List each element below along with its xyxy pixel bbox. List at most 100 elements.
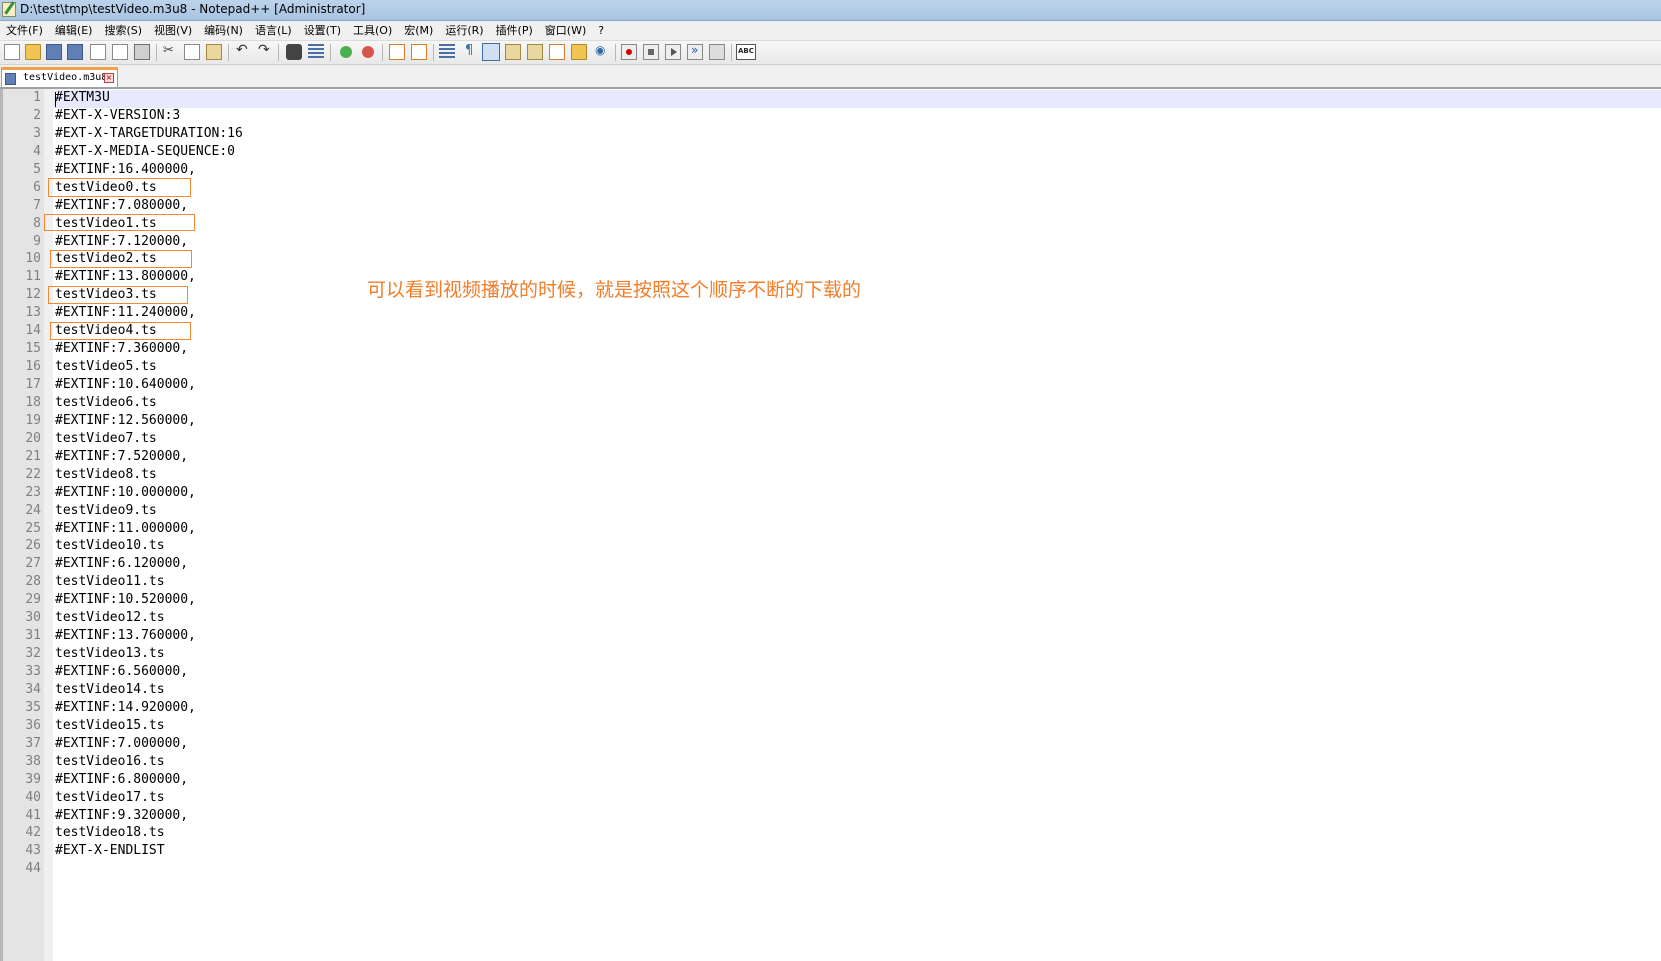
menu-tools[interactable]: 工具(O) xyxy=(347,21,398,40)
save-all-icon[interactable] xyxy=(67,44,83,60)
code-line[interactable]: #EXTINF:7.520000, xyxy=(55,448,1661,466)
paste-icon[interactable] xyxy=(206,44,222,60)
tab-testvideo-m3u8[interactable]: testVideo.m3u8 × xyxy=(1,67,118,87)
undo-icon[interactable] xyxy=(234,42,250,60)
line-number: 30 xyxy=(25,610,41,626)
line-number: 37 xyxy=(25,735,41,751)
code-text[interactable]: #EXTM3U #EXT-X-VERSION:3 #EXT-X-TARGETDURA… xyxy=(55,89,1661,878)
code-line[interactable]: #EXTINF:16.400000, xyxy=(55,161,1661,179)
code-line[interactable]: #EXTINF:13.760000, xyxy=(55,627,1661,645)
menu-macro[interactable]: 宏(M) xyxy=(398,21,439,40)
menu-run[interactable]: 运行(R) xyxy=(439,21,489,40)
code-line[interactable]: #EXTINF:11.000000, xyxy=(55,520,1661,538)
menu-settings[interactable]: 设置(T) xyxy=(298,21,347,40)
code-line[interactable]: testVideo5.ts xyxy=(55,358,1661,376)
print-icon[interactable] xyxy=(134,44,150,60)
function-list-icon[interactable] xyxy=(549,44,565,60)
save-macro-icon[interactable] xyxy=(709,44,725,60)
code-line[interactable]: #EXTINF:10.520000, xyxy=(55,591,1661,609)
close-all-icon[interactable] xyxy=(112,44,128,60)
code-line[interactable] xyxy=(55,860,1661,878)
toolbar-separator xyxy=(382,44,383,61)
zoom-out-icon[interactable] xyxy=(362,46,374,58)
spell-check-icon[interactable] xyxy=(736,44,756,60)
code-line[interactable]: #EXTINF:14.920000, xyxy=(55,699,1661,717)
record-macro-icon[interactable] xyxy=(621,44,637,60)
monitoring-icon[interactable] xyxy=(593,43,609,60)
user-language-icon[interactable] xyxy=(505,44,521,60)
code-line[interactable]: #EXTINF:12.560000, xyxy=(55,412,1661,430)
code-line[interactable]: testVideo17.ts xyxy=(55,789,1661,807)
menu-edit[interactable]: 编辑(E) xyxy=(49,21,99,40)
code-line[interactable]: testVideo0.ts xyxy=(55,179,1661,197)
doc-map-icon[interactable] xyxy=(527,44,543,60)
code-line[interactable]: #EXT-X-TARGETDURATION:16 xyxy=(55,125,1661,143)
replace-icon[interactable] xyxy=(308,44,324,60)
copy-icon[interactable] xyxy=(184,44,200,60)
new-file-icon[interactable] xyxy=(4,44,20,60)
save-icon[interactable] xyxy=(46,44,62,60)
code-line[interactable]: testVideo7.ts xyxy=(55,430,1661,448)
code-line[interactable]: testVideo2.ts xyxy=(55,250,1661,268)
stop-recording-icon[interactable] xyxy=(643,44,659,60)
code-line[interactable]: #EXTINF:7.080000, xyxy=(55,197,1661,215)
menu-search[interactable]: 搜索(S) xyxy=(98,21,148,40)
code-line[interactable]: #EXTINF:6.560000, xyxy=(55,663,1661,681)
line-number: 33 xyxy=(25,664,41,679)
editor-area[interactable]: 1 2 3 4 5 6 7 8 9 10 11 12 13 14 15 16 17 18 19 20 21 22 23 24 2… xyxy=(0,88,1661,961)
code-line[interactable]: #EXTINF:6.120000, xyxy=(55,555,1661,573)
code-line[interactable]: testVideo8.ts xyxy=(55,466,1661,484)
sync-vertical-icon[interactable] xyxy=(389,44,405,60)
run-macro-multiple-icon[interactable] xyxy=(687,43,703,60)
open-file-icon[interactable] xyxy=(25,44,41,60)
code-line[interactable]: #EXTINF:10.640000, xyxy=(55,376,1661,394)
code-line[interactable]: #EXTINF:9.320000, xyxy=(55,807,1661,825)
menu-encoding[interactable]: 编码(N) xyxy=(198,21,249,40)
menu-file[interactable]: 文件(F) xyxy=(0,21,49,40)
code-line[interactable]: testVideo6.ts xyxy=(55,394,1661,412)
code-line[interactable]: #EXTM3U xyxy=(55,89,1661,107)
code-line[interactable]: testVideo10.ts xyxy=(55,537,1661,555)
code-line[interactable]: #EXT-X-VERSION:3 xyxy=(55,107,1661,125)
code-line[interactable]: testVideo15.ts xyxy=(55,717,1661,735)
close-icon[interactable] xyxy=(90,44,106,60)
code-line[interactable]: #EXTINF:7.000000, xyxy=(55,735,1661,753)
code-line[interactable]: testVideo14.ts xyxy=(55,681,1661,699)
code-line[interactable]: testVideo16.ts xyxy=(55,753,1661,771)
menu-language[interactable]: 语言(L) xyxy=(249,21,298,40)
redo-icon[interactable] xyxy=(256,42,272,60)
menu-view[interactable]: 视图(V) xyxy=(148,21,198,40)
word-wrap-icon[interactable] xyxy=(439,44,455,60)
tab-close-icon[interactable]: × xyxy=(104,73,114,83)
find-icon[interactable] xyxy=(286,44,302,60)
tab-label: testVideo.m3u8 xyxy=(23,72,108,83)
cut-icon[interactable] xyxy=(162,43,178,60)
code-line[interactable]: #EXT-X-ENDLIST xyxy=(55,842,1661,860)
code-line[interactable]: testVideo18.ts xyxy=(55,824,1661,842)
code-line[interactable]: #EXTINF:10.000000, xyxy=(55,484,1661,502)
code-line[interactable]: testVideo1.ts xyxy=(55,215,1661,233)
code-line[interactable]: testVideo12.ts xyxy=(55,609,1661,627)
notepadpp-app-icon[interactable] xyxy=(2,2,16,17)
folder-as-workspace-icon[interactable] xyxy=(571,44,587,60)
menu-window[interactable]: 窗口(W) xyxy=(539,21,592,40)
show-all-chars-icon[interactable] xyxy=(461,43,477,60)
play-macro-icon[interactable] xyxy=(665,44,681,60)
menu-plugins[interactable]: 插件(P) xyxy=(490,21,539,40)
code-line[interactable]: #EXTINF:6.800000, xyxy=(55,771,1661,789)
code-line[interactable]: #EXTINF:7.360000, xyxy=(55,340,1661,358)
menu-help[interactable]: ? xyxy=(592,21,610,40)
code-line[interactable]: testVideo4.ts xyxy=(55,322,1661,340)
line-number: 9 xyxy=(33,233,41,249)
sync-horizontal-icon[interactable] xyxy=(411,44,427,60)
code-line[interactable]: testVideo11.ts xyxy=(55,573,1661,591)
line-number: 41 xyxy=(25,807,41,823)
zoom-in-icon[interactable] xyxy=(340,46,352,58)
code-line[interactable]: testVideo9.ts xyxy=(55,502,1661,520)
code-line[interactable]: testVideo13.ts xyxy=(55,645,1661,663)
line-number: 11 xyxy=(25,269,41,285)
code-line[interactable]: #EXT-X-MEDIA-SEQUENCE:0 xyxy=(55,143,1661,161)
code-line[interactable]: #EXTINF:11.240000, xyxy=(55,304,1661,322)
code-line[interactable]: #EXTINF:7.120000, xyxy=(55,233,1661,251)
indent-guide-icon[interactable] xyxy=(482,43,500,61)
